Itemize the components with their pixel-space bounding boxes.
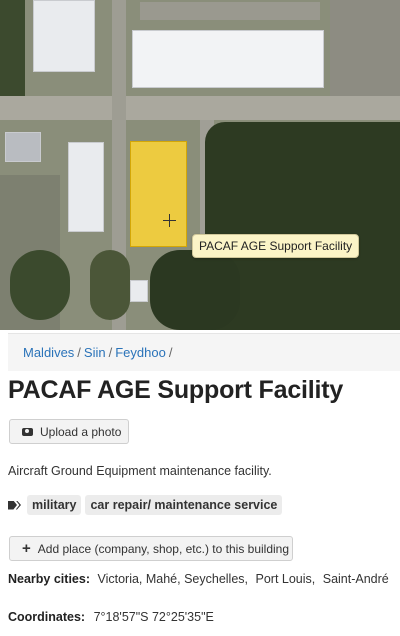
map-building: [68, 142, 104, 232]
coordinates-label: Coordinates:: [8, 610, 86, 624]
map-road: [0, 96, 400, 120]
breadcrumb-link-region[interactable]: Siin: [84, 345, 106, 360]
crosshair-cursor-icon: [163, 214, 176, 227]
nearby-city-link[interactable]: Saint-André: [323, 572, 389, 586]
coordinates-value: 7°18'57"S 72°25'35"E: [93, 610, 214, 624]
nearby-cities-label: Nearby cities:: [8, 572, 90, 586]
coordinates: Coordinates: 7°18'57"S 72°25'35"E: [8, 609, 396, 626]
map-lot: [330, 0, 400, 96]
tag-car-repair[interactable]: car repair/ maintenance service: [85, 495, 283, 515]
nearby-cities: Nearby cities: Victoria, Mahé, Seychelle…: [8, 572, 389, 586]
description: Aircraft Ground Equipment maintenance fa…: [8, 464, 272, 478]
plus-icon: +: [22, 540, 31, 557]
add-place-label: Add place (company, shop, etc.) to this …: [37, 541, 290, 556]
nearby-city-link[interactable]: Victoria, Mahé, Seychelles: [97, 572, 244, 586]
map-trees: [90, 250, 130, 320]
map-lot: [140, 2, 320, 20]
map-tooltip: PACAF AGE Support Facility: [192, 234, 360, 258]
breadcrumb-link-country[interactable]: Maldives: [23, 345, 74, 360]
add-place-button[interactable]: + Add place (company, shop, etc.) to thi…: [9, 536, 293, 561]
breadcrumb-separator: /: [168, 345, 173, 360]
breadcrumb-separator: /: [77, 345, 81, 360]
map-building: [130, 280, 148, 302]
upload-photo-label: Upload a photo: [40, 424, 122, 439]
breadcrumb-link-city[interactable]: Feydhoo: [115, 345, 166, 360]
upload-photo-button[interactable]: Upload a photo: [9, 419, 129, 444]
camera-icon: [22, 427, 33, 436]
satellite-map[interactable]: PACAF AGE Support Facility: [0, 0, 400, 330]
map-building: [5, 132, 41, 162]
map-trees: [0, 0, 25, 110]
map-building: [33, 0, 95, 72]
tag-military[interactable]: military: [27, 495, 82, 515]
breadcrumb: Maldives / Siin / Feydhoo /: [8, 333, 400, 371]
building-highlight[interactable]: [130, 141, 187, 247]
map-building: [132, 30, 324, 88]
map-trees: [10, 250, 70, 320]
tags-icon: [8, 500, 21, 511]
breadcrumb-separator: /: [108, 345, 113, 360]
page-title: PACAF AGE Support Facility: [8, 376, 344, 404]
map-forest: [150, 250, 240, 330]
nearby-city-link[interactable]: Port Louis: [256, 572, 312, 586]
tag-list: military car repair/ maintenance service: [8, 495, 286, 515]
